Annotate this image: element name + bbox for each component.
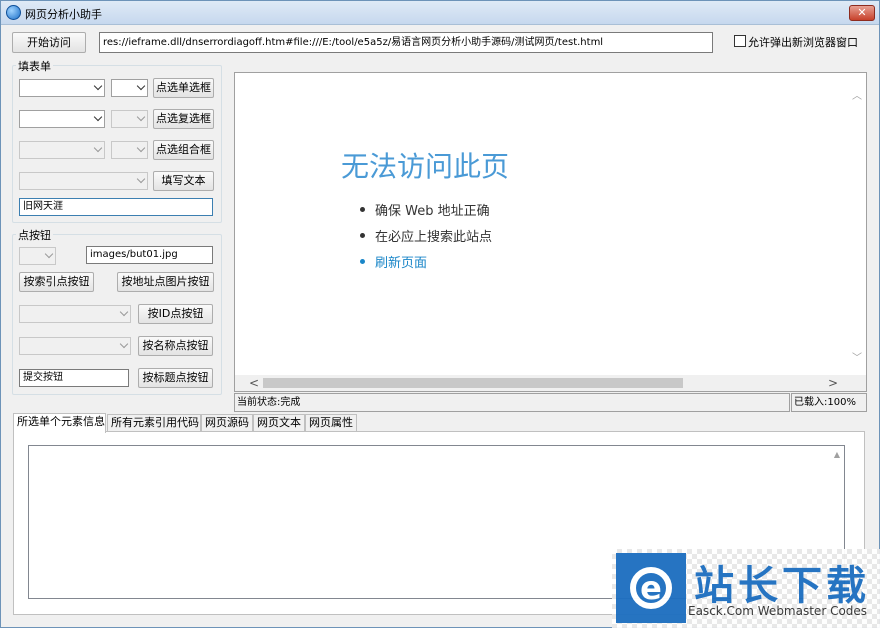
button-group-title: 点按钮: [16, 227, 53, 243]
fill-text-button[interactable]: 填写文本: [153, 171, 214, 191]
tab-page-text[interactable]: 网页文本: [253, 414, 305, 432]
click-by-id-button[interactable]: 按ID点按钮: [138, 304, 213, 324]
error-suggestion-list: 确保 Web 地址正确 在必应上搜索此站点 刷新页面: [360, 200, 492, 278]
button-name-combo[interactable]: [19, 337, 131, 355]
radio-name-combo[interactable]: [19, 79, 105, 97]
app-window: 网页分析小助手 ✕ 开始访问 res://ieframe.dll/dnserro…: [0, 0, 880, 628]
button-index-combo[interactable]: [19, 247, 56, 265]
chevron-down-icon: [93, 112, 103, 122]
click-by-title-button[interactable]: 按标题点按钮: [138, 368, 213, 388]
allow-popup-label: 允许弹出新浏览器窗口: [748, 36, 858, 49]
list-item: 确保 Web 地址正确: [360, 200, 492, 226]
scroll-up-icon[interactable]: ▲: [834, 450, 840, 459]
combo-index-combo[interactable]: [111, 141, 148, 159]
window-title: 网页分析小助手: [25, 8, 102, 21]
url-input[interactable]: res://ieframe.dll/dnserrordiagoff.htm#fi…: [99, 32, 713, 53]
title-bar[interactable]: 网页分析小助手 ✕: [1, 1, 879, 25]
refresh-page-link[interactable]: 刷新页面: [360, 252, 492, 278]
brand-logo-icon: e: [616, 553, 686, 623]
tab-selected-element-info[interactable]: 所选单个元素信息: [13, 413, 106, 433]
tab-all-element-code[interactable]: 所有元素引用代码: [107, 414, 201, 432]
scroll-right-icon[interactable]: >: [828, 376, 838, 390]
tab-page-properties[interactable]: 网页属性: [305, 414, 357, 432]
horizontal-scrollbar[interactable]: < >: [235, 375, 866, 391]
scroll-up-icon[interactable]: ︿: [852, 87, 862, 102]
app-globe-icon: [6, 5, 21, 20]
button-id-combo[interactable]: [19, 305, 131, 323]
status-text: 当前状态:完成: [234, 393, 790, 412]
chevron-down-icon: [119, 307, 129, 317]
chevron-down-icon: [93, 143, 103, 153]
fill-text-input[interactable]: 旧网天涯: [19, 198, 213, 216]
close-button[interactable]: ✕: [849, 5, 875, 21]
image-path-input[interactable]: images/but01.jpg: [86, 246, 213, 264]
chevron-down-icon: [136, 143, 146, 153]
chevron-down-icon: [93, 81, 103, 91]
select-radio-button[interactable]: 点选单选框: [153, 78, 214, 98]
web-browser-view[interactable]: 无法访问此页 确保 Web 地址正确 在必应上搜索此站点 刷新页面 ︿ ﹀ < …: [234, 72, 867, 392]
error-heading: 无法访问此页: [341, 150, 510, 183]
watermark-brand-cn: 站长下载: [694, 563, 870, 609]
chevron-down-icon: [136, 174, 146, 184]
scrollbar-thumb[interactable]: [263, 378, 683, 388]
combo-name-combo[interactable]: [19, 141, 105, 159]
chevron-down-icon: [119, 339, 129, 349]
checkbox-index-combo[interactable]: [111, 110, 148, 128]
chevron-down-icon: [136, 112, 146, 122]
allow-popup-checkbox[interactable]: [734, 35, 746, 47]
scroll-down-icon[interactable]: ﹀: [852, 349, 862, 364]
watermark-brand-en: Easck.Com Webmaster Codes: [688, 604, 868, 618]
text-field-combo[interactable]: [19, 172, 148, 190]
chevron-down-icon: [44, 249, 54, 259]
chevron-down-icon: [136, 81, 146, 91]
click-by-image-button[interactable]: 按地址点图片按钮: [117, 272, 214, 292]
site-watermark: e 站长下载 Easck.Com Webmaster Codes: [612, 549, 880, 628]
click-by-name-button[interactable]: 按名称点按钮: [138, 336, 213, 356]
radio-index-combo[interactable]: [111, 79, 148, 97]
start-visit-button[interactable]: 开始访问: [12, 32, 86, 53]
select-checkbox-button[interactable]: 点选复选框: [153, 109, 214, 129]
click-by-index-button[interactable]: 按索引点按钮: [19, 272, 94, 292]
checkbox-name-combo[interactable]: [19, 110, 105, 128]
button-title-input[interactable]: 提交按钮: [19, 369, 129, 387]
form-group-title: 填表单: [16, 58, 53, 74]
list-item: 在必应上搜索此站点: [360, 226, 492, 252]
scroll-left-icon[interactable]: <: [249, 376, 259, 390]
load-progress-text: 已载入:100%: [791, 393, 867, 412]
tab-page-source[interactable]: 网页源码: [201, 414, 253, 432]
select-combo-button[interactable]: 点选组合框: [153, 140, 214, 160]
